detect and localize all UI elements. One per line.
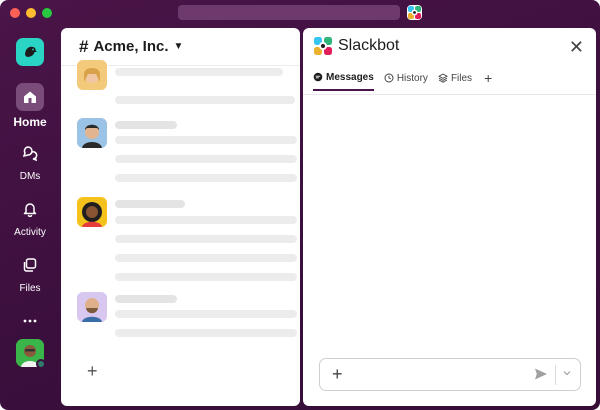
divider <box>303 94 596 95</box>
more-icon <box>23 319 37 323</box>
close-window-button[interactable] <box>10 8 20 18</box>
home-icon <box>24 91 36 103</box>
slackbot-panel: Slackbot ✕ Messages History Files + + <box>303 28 596 406</box>
divider <box>555 365 556 385</box>
workspace-logo[interactable] <box>16 38 44 66</box>
tab-label: History <box>396 72 428 84</box>
tab-label: Messages <box>326 71 374 83</box>
rail-item-activity[interactable]: Activity <box>0 195 60 238</box>
tab-files[interactable]: Files <box>438 73 472 90</box>
zoom-window-button[interactable] <box>42 8 52 18</box>
channel-panel: # Acme, Inc. ▼ + <box>61 28 300 406</box>
avatar <box>77 292 107 322</box>
hash-icon: # <box>79 36 89 56</box>
status-indicator <box>36 359 46 369</box>
rail-label-activity: Activity <box>14 227 46 238</box>
message-composer[interactable]: + <box>319 358 581 391</box>
send-icon[interactable] <box>534 367 548 381</box>
search-bar[interactable] <box>178 5 400 20</box>
panel-header: Slackbot <box>313 36 399 56</box>
slackbot-mini-icon <box>408 6 421 19</box>
rail-item-home[interactable]: Home <box>0 83 60 129</box>
minimize-window-button[interactable] <box>26 8 36 18</box>
message-icon <box>313 72 323 82</box>
rail-item-dms[interactable]: DMs <box>0 139 60 182</box>
close-icon[interactable]: ✕ <box>569 37 584 58</box>
rail-label-files: Files <box>19 283 41 294</box>
window-controls <box>10 8 52 18</box>
chevron-down-icon: ▼ <box>173 41 184 52</box>
rail-label-home: Home <box>13 115 47 129</box>
attach-plus-icon[interactable]: + <box>332 364 343 385</box>
tab-messages[interactable]: Messages <box>313 72 374 91</box>
layers-icon <box>438 73 448 83</box>
tab-history[interactable]: History <box>384 73 428 90</box>
app-window: Home DMs Activity Files # Acme, Inc. ▼ +… <box>0 0 600 410</box>
add-tab-button[interactable]: + <box>484 70 492 92</box>
panel-tabs: Messages History Files + <box>313 70 492 92</box>
add-button[interactable]: + <box>87 361 98 382</box>
slackbot-logo-icon <box>314 37 332 55</box>
workspace-name: Acme, Inc. <box>93 38 169 55</box>
panel-title: Slackbot <box>338 37 400 54</box>
bird-icon <box>25 46 37 57</box>
bell-icon <box>23 203 37 217</box>
avatar <box>77 118 107 148</box>
clock-icon <box>384 73 394 83</box>
dms-icon <box>22 146 38 162</box>
avatar <box>77 60 107 90</box>
rail-item-files[interactable]: Files <box>0 251 60 294</box>
app-icon[interactable] <box>407 5 422 20</box>
chevron-down-icon[interactable] <box>563 369 571 377</box>
files-icon <box>23 258 37 272</box>
avatar <box>77 197 107 227</box>
rail-label-dms: DMs <box>19 171 41 182</box>
tab-label: Files <box>450 72 473 84</box>
